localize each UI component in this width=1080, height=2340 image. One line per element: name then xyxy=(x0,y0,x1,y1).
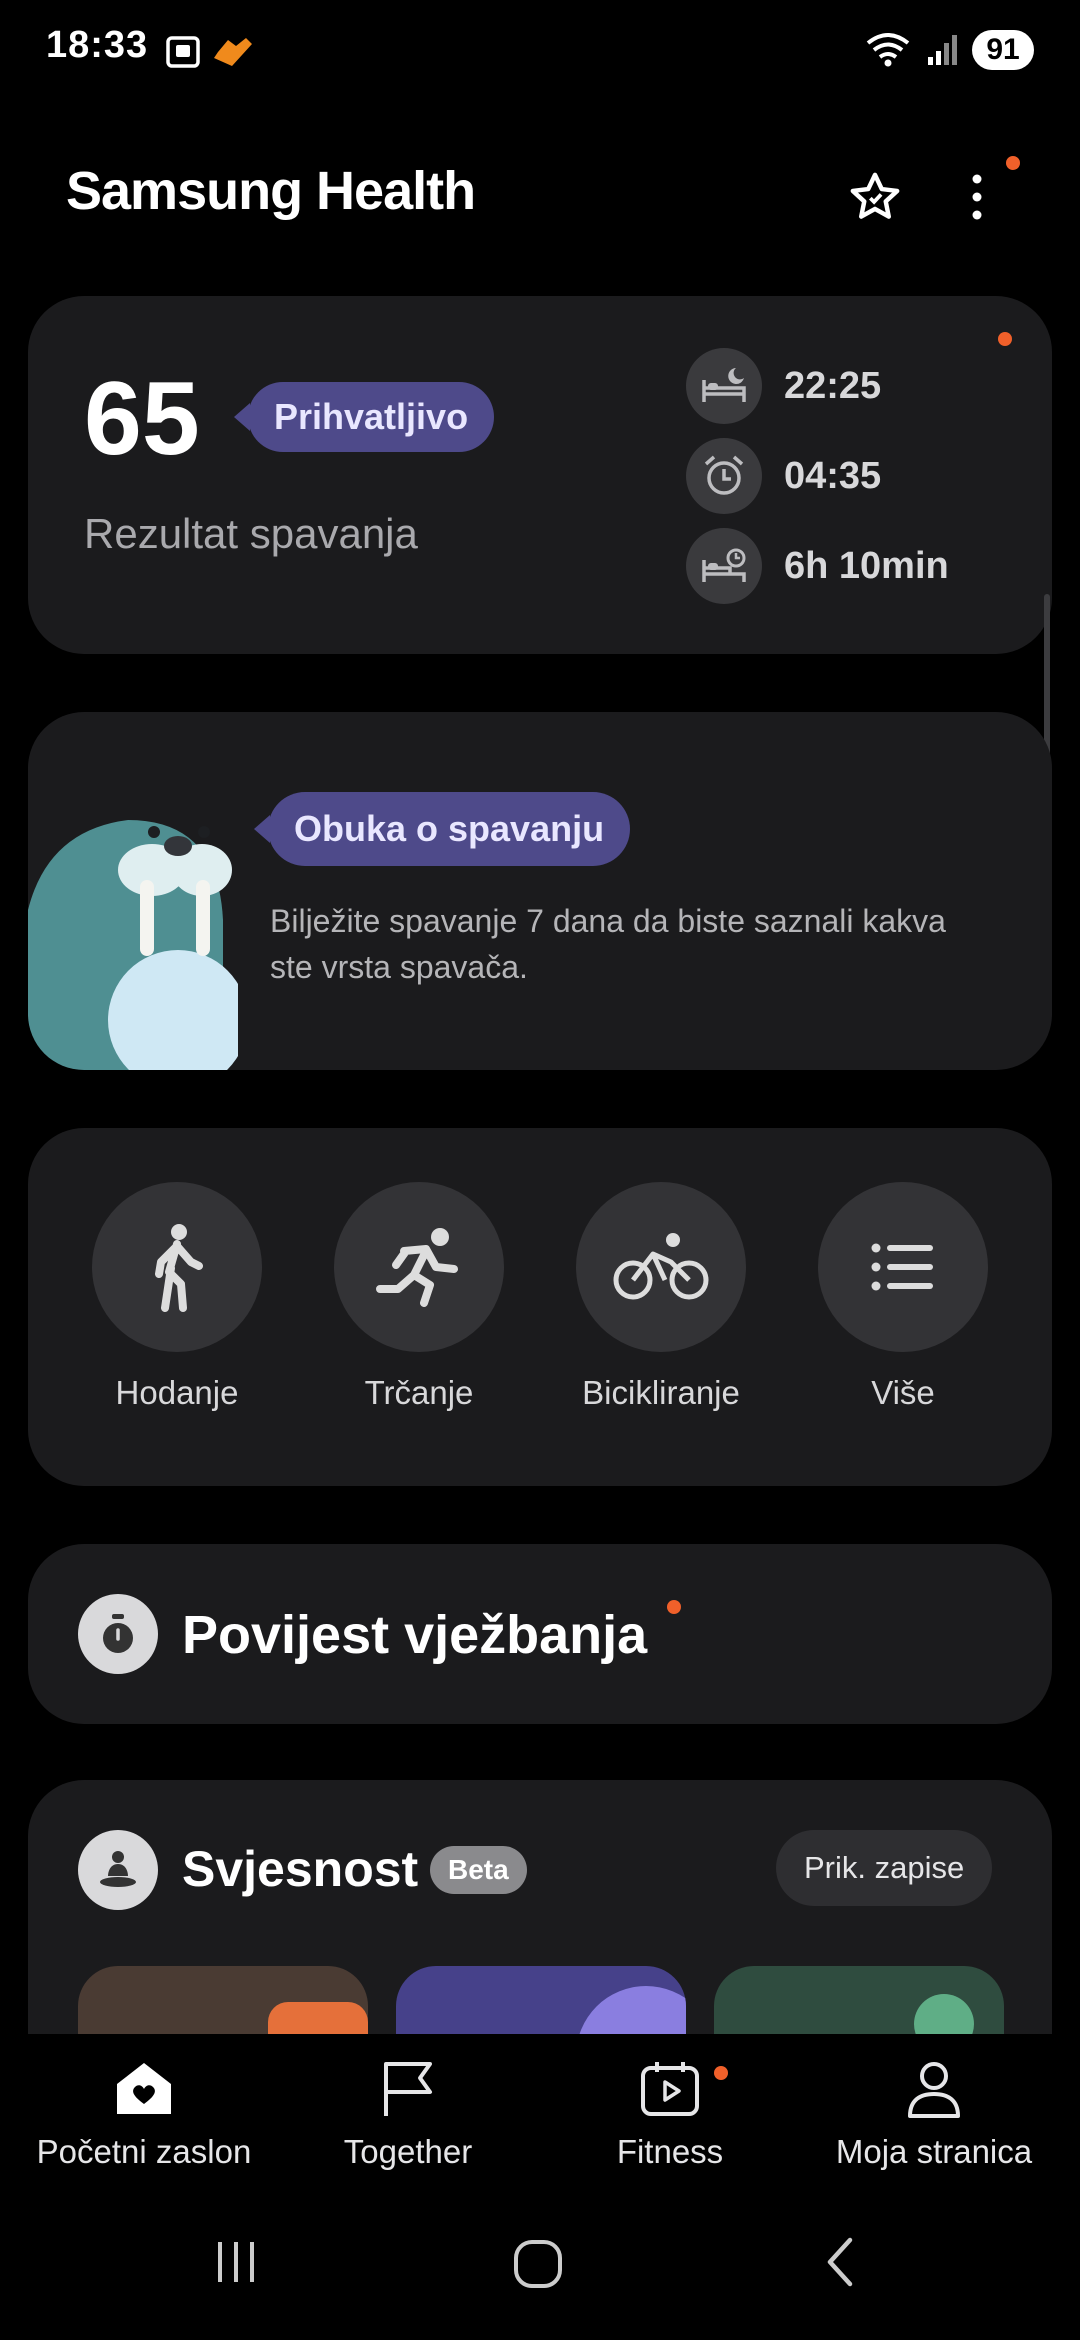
app-title: Samsung Health xyxy=(66,161,476,221)
meditation-icon xyxy=(78,1830,158,1910)
nav-label: Početni zaslon xyxy=(36,2133,252,2170)
walrus-mascot-icon xyxy=(28,820,238,1070)
recent-apps-icon xyxy=(218,2242,254,2282)
stopwatch-icon xyxy=(78,1594,158,1674)
cycling-icon xyxy=(576,1182,746,1352)
bed-moon-icon xyxy=(686,348,762,424)
back-button[interactable] xyxy=(812,2232,872,2312)
activity-label: Više xyxy=(871,1374,935,1411)
nav-fitness[interactable]: Fitness xyxy=(540,2060,800,2171)
home-button[interactable] xyxy=(506,2232,570,2312)
activity-cycling[interactable]: Bicikliranje xyxy=(576,1182,746,1412)
mindfulness-title: Svjesnost xyxy=(182,1841,419,1897)
back-icon xyxy=(827,2237,853,2287)
activity-walking[interactable]: Hodanje xyxy=(92,1182,262,1412)
nav-label: Fitness xyxy=(616,2133,724,2170)
notification-dot xyxy=(1006,156,1020,170)
favorites-button[interactable] xyxy=(840,162,910,232)
coaching-description: Bilježite spavanje 7 dana da biste sazna… xyxy=(270,903,946,985)
home-icon xyxy=(514,2240,562,2288)
person-icon xyxy=(908,2062,960,2118)
alarm-clock-icon xyxy=(686,438,762,514)
nav-label: Together xyxy=(343,2133,473,2170)
exercise-history-title: Povijest vježbanja xyxy=(182,1605,648,1665)
activity-more[interactable]: Više xyxy=(818,1182,988,1412)
signal-icon xyxy=(928,35,957,65)
nav-my-page[interactable]: Moja stranica xyxy=(804,2060,1064,2171)
walking-icon xyxy=(92,1182,262,1352)
beta-badge: Beta xyxy=(430,1846,527,1894)
nav-label: Moja stranica xyxy=(835,2133,1033,2170)
notification-dot xyxy=(714,2066,728,2080)
bed-duration-icon xyxy=(686,528,762,604)
calendar-play-icon xyxy=(641,2062,699,2116)
sleep-rating-badge: Prihvatljivo xyxy=(248,382,495,452)
sleep-score: 65 xyxy=(84,361,200,477)
health-app-icon xyxy=(214,38,252,66)
status-right: 91 xyxy=(864,28,1034,72)
status-left-icons xyxy=(166,32,256,72)
battery-indicator: 91 xyxy=(972,30,1034,70)
activity-running[interactable]: Trčanje xyxy=(334,1182,504,1412)
home-heart-icon xyxy=(117,2063,171,2114)
flag-icon xyxy=(384,2062,432,2116)
bedtime: 22:25 xyxy=(784,364,882,407)
nav-together[interactable]: Together xyxy=(278,2060,538,2171)
wifi-icon xyxy=(866,33,910,67)
duration-row: 6h 10min xyxy=(686,528,949,604)
list-icon xyxy=(818,1182,988,1352)
activity-label: Bicikliranje xyxy=(582,1374,740,1411)
more-options-button[interactable] xyxy=(942,162,1012,232)
activity-label: Hodanje xyxy=(115,1374,239,1411)
wake-time-row: 04:35 xyxy=(686,438,881,514)
nav-home[interactable]: Početni zaslon xyxy=(14,2060,274,2171)
running-icon xyxy=(334,1182,504,1352)
wake-time: 04:35 xyxy=(784,454,882,497)
sleep-score-label: Rezultat spavanja xyxy=(84,510,418,557)
bedtime-row: 22:25 xyxy=(686,348,881,424)
star-icon xyxy=(850,172,900,219)
screenshot-icon xyxy=(166,36,252,68)
recent-apps-button[interactable] xyxy=(206,2232,266,2312)
activity-label: Trčanje xyxy=(364,1374,474,1411)
status-time: 18:33 xyxy=(46,24,149,66)
view-records-button[interactable]: Prik. zapise xyxy=(776,1830,993,1906)
sleep-duration: 6h 10min xyxy=(784,544,949,587)
notification-dot xyxy=(998,332,1012,346)
notification-dot xyxy=(667,1600,681,1614)
coaching-title-badge: Obuka o spavanju xyxy=(268,792,631,866)
sleep-coaching-card[interactable] xyxy=(28,712,1052,1070)
more-options-icon xyxy=(972,174,982,220)
